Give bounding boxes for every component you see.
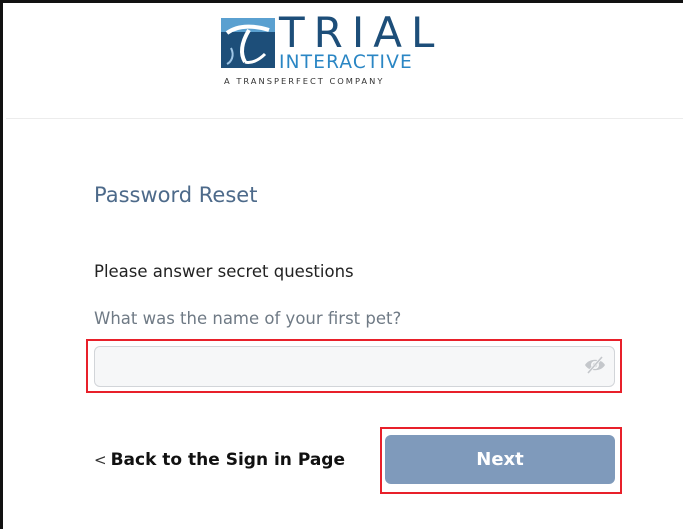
secret-question-label: What was the name of your first pet? <box>94 309 402 328</box>
chevron-left-icon: < <box>94 451 107 469</box>
company-logo: TRIAL INTERACTIVE A TRANSPERFECT COMPANY <box>221 12 471 98</box>
logo-wordmark-top: TRIAL <box>279 8 444 57</box>
logo-wordmark-bottom: INTERACTIVE <box>279 52 413 73</box>
trial-interactive-logo-icon <box>221 18 275 68</box>
eye-slash-icon[interactable] <box>583 355 607 375</box>
page-title: Password Reset <box>94 183 258 207</box>
instructions-text: Please answer secret questions <box>94 262 354 281</box>
back-to-sign-in-link[interactable]: < Back to the Sign in Page <box>94 450 345 470</box>
secret-answer-input[interactable] <box>94 346 615 387</box>
header: TRIAL INTERACTIVE A TRANSPERFECT COMPANY <box>6 6 683 119</box>
back-link-label: Back to the Sign in Page <box>110 450 345 470</box>
login-window: TRIAL INTERACTIVE A TRANSPERFECT COMPANY… <box>0 0 683 529</box>
logo-tagline: A TRANSPERFECT COMPANY <box>224 76 385 86</box>
next-button[interactable]: Next <box>385 435 615 484</box>
